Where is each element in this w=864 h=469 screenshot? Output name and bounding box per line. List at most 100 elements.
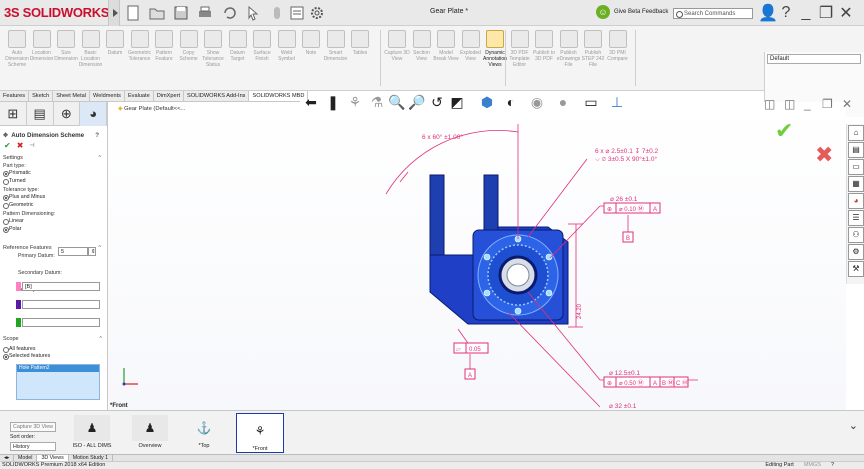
- radio-plus-minus[interactable]: Plus and Minus: [0, 194, 107, 201]
- property-manager-icon[interactable]: ▤: [27, 102, 54, 126]
- cm-button-show-tolerance-status[interactable]: Show Tolerance Status: [200, 28, 226, 88]
- view-thumb-iso[interactable]: ♟ ISO - ALL DIMS: [70, 415, 114, 449]
- tertiary-datum-field[interactable]: [22, 318, 100, 327]
- annotation-view-icon[interactable]: ⬅: [302, 93, 320, 111]
- cm-button-publish-step-242-file[interactable]: Publish STEP 242 File: [580, 28, 606, 88]
- display-manager-icon[interactable]: ◕: [80, 102, 107, 126]
- scope-section[interactable]: Scope: [0, 336, 108, 342]
- cancel-x-icon[interactable]: ✖: [17, 141, 24, 151]
- tools-icon[interactable]: ⚒: [848, 261, 864, 277]
- view-thumb-top[interactable]: ⚓ *Top: [182, 415, 226, 449]
- collapse-panel-icon[interactable]: ⌄: [849, 419, 858, 432]
- radio-geometric[interactable]: Geometric: [0, 202, 107, 209]
- pushpin-icon[interactable]: ⊣: [29, 141, 34, 151]
- radio-turned[interactable]: Turned: [0, 178, 107, 185]
- cm-button-publish-to-3d-pdf[interactable]: Publish to 3D PDF: [531, 28, 557, 88]
- radio-all-features[interactable]: All features: [0, 346, 100, 353]
- sort-order-dropdown[interactable]: History: [10, 442, 56, 451]
- model-canvas[interactable]: 6 x 60° ±1.00° 6 x ⌀ 2.5±0.1 ↧ 7±0.2 ⌵ ⌀…: [108, 102, 846, 410]
- cm-button-copy-scheme[interactable]: Copy Scheme: [176, 28, 202, 88]
- viewport-minimize-icon[interactable]: _: [804, 97, 811, 111]
- position-tolerance-frame-1[interactable]: ⊕ ⌀ 0.10 Ⓜ A: [603, 202, 661, 214]
- appearance-icon[interactable]: ●: [554, 93, 572, 111]
- configuration-dropdown[interactable]: Default: [767, 54, 861, 64]
- help-icon[interactable]: ?: [778, 4, 794, 22]
- undo-icon[interactable]: [220, 4, 238, 22]
- home-icon[interactable]: ⌂: [848, 125, 864, 141]
- zoom-area-icon[interactable]: 🔎: [408, 93, 426, 111]
- bookmark-icon[interactable]: ❚: [324, 93, 342, 111]
- datum-a-symbol[interactable]: A: [464, 368, 476, 380]
- confirm-ok-icon[interactable]: ✔: [775, 118, 793, 144]
- rebuild-icon[interactable]: [268, 4, 286, 22]
- view-thumb-front[interactable]: ⚘ *Front: [236, 413, 284, 453]
- minimize-icon[interactable]: _: [798, 4, 814, 22]
- cm-button-location-dimension[interactable]: Location Dimension: [29, 28, 55, 88]
- hide-show-icon[interactable]: ◉: [528, 93, 546, 111]
- cm-button-3d-pdf-template-editor[interactable]: 3D PDF Template Editor: [507, 28, 533, 88]
- tab-sketch[interactable]: Sketch: [29, 91, 54, 101]
- confirm-cancel-icon[interactable]: ✖: [815, 142, 833, 168]
- design-library-icon[interactable]: ▤: [848, 142, 864, 158]
- dia32-label[interactable]: ⌀ 32 ±0.1: [609, 403, 637, 410]
- user-icon[interactable]: 👤: [758, 3, 778, 23]
- restore-icon[interactable]: ❐: [818, 3, 834, 23]
- tab-features[interactable]: Features: [0, 91, 30, 101]
- open-icon[interactable]: [148, 4, 166, 22]
- cm-button-datum[interactable]: Datum: [102, 28, 128, 88]
- solidworks-logo[interactable]: 3S SOLIDWORKS: [4, 5, 109, 20]
- menu-expand-arrow[interactable]: [108, 0, 120, 26]
- vertical-dim-label[interactable]: 24.20: [577, 303, 583, 319]
- pmi-icon[interactable]: ⚘: [346, 93, 364, 111]
- selected-features-list[interactable]: Hole Pattern2: [16, 364, 100, 400]
- cm-button-note[interactable]: Note: [298, 28, 324, 88]
- dia125-label[interactable]: ⌀ 12.5±0.1: [609, 370, 640, 377]
- ok-check-icon[interactable]: ✔: [4, 141, 11, 151]
- angle-dim-label[interactable]: 6 x 60° ±1.00°: [422, 133, 463, 141]
- tab-dimxpert[interactable]: DimXpert: [154, 91, 185, 101]
- units-label[interactable]: MMGS: [804, 462, 821, 469]
- view-settings-icon[interactable]: ⊥: [608, 93, 626, 111]
- save-icon[interactable]: [172, 4, 190, 22]
- viewport-close-icon[interactable]: ✕: [842, 97, 852, 111]
- cm-button-geometric-tolerance[interactable]: Geometric Tolerance: [127, 28, 153, 88]
- gear-plate-model[interactable]: [429, 174, 569, 325]
- position-tolerance-frame-2[interactable]: ⊕ ⌀ 0.50 Ⓜ A B Ⓜ C Ⓜ: [603, 376, 689, 388]
- cm-button-publish-edrawings-file[interactable]: Publish eDrawings File: [556, 28, 582, 88]
- holes-callout-line1[interactable]: 6 x ⌀ 2.5±0.1 ↧ 7±0.2: [595, 147, 658, 155]
- tab-evaluate[interactable]: Evaluate: [125, 91, 154, 101]
- viewport-split-icon[interactable]: ◫: [784, 97, 795, 111]
- custom-properties-icon[interactable]: ☰: [848, 210, 864, 226]
- print-icon[interactable]: [196, 4, 214, 22]
- select-icon[interactable]: [244, 4, 262, 22]
- radio-linear[interactable]: Linear: [0, 218, 107, 225]
- view-orientation-icon[interactable]: ⬢: [478, 93, 496, 111]
- cm-button-surface-finish[interactable]: Surface Finish: [249, 28, 275, 88]
- reference-features-section[interactable]: Reference Features: [0, 245, 107, 251]
- display-style-icon[interactable]: ◐: [502, 93, 520, 111]
- cm-button-3d-pmi-compare[interactable]: 3D PMI Compare: [605, 28, 631, 88]
- radio-polar[interactable]: Polar: [0, 226, 107, 233]
- datum-b-symbol[interactable]: B: [622, 231, 634, 243]
- cm-button-size-dimension[interactable]: Size Dimension: [53, 28, 79, 88]
- dia26-label[interactable]: ⌀ 26 ±0.1: [610, 196, 638, 203]
- holes-callout-line2[interactable]: ⌵ ⌀ 3±0.5 X 90°±1.0°: [595, 155, 657, 163]
- cm-button-pattern-feature[interactable]: Pattern Feature: [151, 28, 177, 88]
- viewport-restore-icon[interactable]: ❐: [822, 97, 833, 111]
- solidworks-resources-icon[interactable]: ⚙: [848, 244, 864, 260]
- cm-button-smart-dimension[interactable]: Smart Dimension: [323, 28, 349, 88]
- previous-view-icon[interactable]: ↺: [428, 93, 446, 111]
- cm-button-section-view[interactable]: Section View: [409, 28, 435, 88]
- radio-prismatic[interactable]: Prismatic: [0, 170, 107, 177]
- view-palette-icon[interactable]: ▦: [848, 176, 864, 192]
- beta-feedback-button[interactable]: ☺ Give Beta Feedback: [596, 5, 668, 19]
- graphics-area[interactable]: ◈ Gear Plate (Default<<... 6 x 60° ±1.00…: [108, 102, 846, 410]
- flatness-tolerance-frame[interactable]: ▱ 0.05: [453, 342, 489, 354]
- file-explorer-icon[interactable]: ▭: [848, 159, 864, 175]
- cm-button-capture-3d-view[interactable]: Capture 3D View: [384, 28, 410, 88]
- cm-button-basic-location-dimension[interactable]: Basic Location Dimension: [78, 28, 104, 88]
- tab-sheet-metal[interactable]: Sheet Metal: [53, 91, 91, 101]
- help-status-icon[interactable]: ?: [831, 462, 834, 469]
- radio-selected-features[interactable]: Selected features: [0, 353, 100, 360]
- cm-button-tables[interactable]: Tables: [347, 28, 373, 88]
